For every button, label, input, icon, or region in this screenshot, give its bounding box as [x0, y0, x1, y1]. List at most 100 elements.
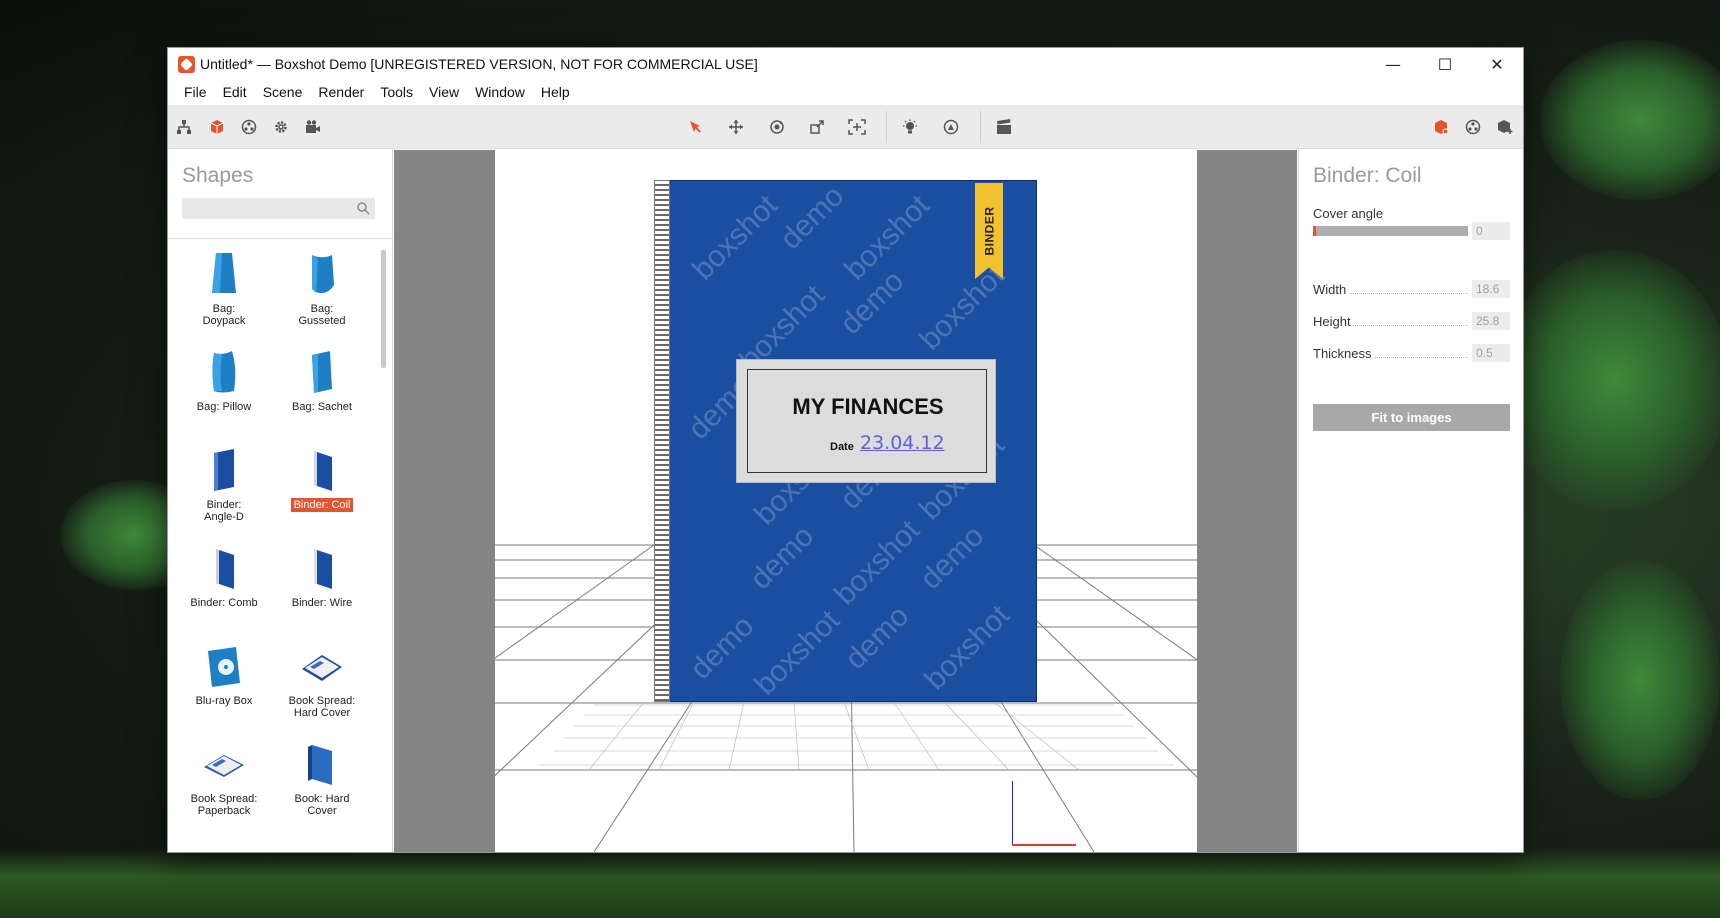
- shape-label: Bag:: [212, 303, 236, 315]
- shapes-button[interactable]: [203, 113, 231, 141]
- shape-item-binder-comb[interactable]: Binder: Comb: [174, 539, 274, 629]
- environment-button[interactable]: [937, 113, 965, 141]
- fit-view-button[interactable]: [843, 113, 871, 141]
- minimize-icon: —: [1385, 54, 1401, 74]
- move-tool-button[interactable]: [722, 113, 750, 141]
- select-icon: [690, 121, 701, 133]
- shape-label: Book Spread:: [190, 793, 258, 805]
- width-label: Width: [1313, 282, 1349, 297]
- shape-item-book-hard-cover[interactable]: Book: Hard Cover: [272, 735, 372, 825]
- ribbon-text: BINDER: [982, 206, 997, 256]
- scene-tree-button[interactable]: [170, 113, 198, 141]
- maximize-icon: ☐: [1437, 54, 1453, 74]
- menu-tools[interactable]: Tools: [372, 80, 421, 104]
- menu-window[interactable]: Window: [467, 80, 533, 104]
- rotate-icon: [770, 120, 784, 134]
- maximize-button[interactable]: ☐: [1419, 48, 1471, 80]
- background-moss: [0, 848, 1720, 918]
- materials-button[interactable]: [235, 113, 263, 141]
- shape-label: Book: Hard: [294, 793, 350, 805]
- shape-item-blu-ray-box[interactable]: Blu-ray Box: [174, 637, 274, 727]
- shapes-scrollbar[interactable]: [381, 250, 386, 368]
- watermark-text: demo: [743, 519, 821, 596]
- watermark-text: boxshot: [748, 603, 847, 702]
- shapes-panel: Shapes Bag: Doypack Bag: Gusseted Bag: Pil…: [168, 150, 393, 852]
- toolbar-separator: [886, 111, 887, 143]
- minimize-button[interactable]: —: [1367, 48, 1419, 80]
- bag-gusseted-thumbnail: [312, 255, 334, 294]
- environment-icon: [943, 119, 959, 135]
- cover-angle-label: Cover angle: [1313, 206, 1384, 221]
- fit-to-images-button[interactable]: Fit to images: [1313, 404, 1510, 431]
- watermark-text: boxshot: [686, 188, 785, 287]
- add-object-button[interactable]: [1491, 113, 1519, 141]
- viewport-crop-left: [394, 150, 495, 852]
- settings-icon: [275, 121, 287, 133]
- viewport-crop-right: [1197, 150, 1297, 852]
- watermark-text: demo: [913, 519, 991, 596]
- book-spread-hard-cover-thumbnail: [302, 655, 342, 681]
- binder-coil-thumbnail: [314, 451, 332, 491]
- background-leaf: [1560, 560, 1720, 800]
- shape-item-book-spread-paperback[interactable]: Book Spread: Paperback: [174, 735, 274, 825]
- cover-angle-slider[interactable]: [1313, 226, 1468, 236]
- scene-tree-icon: [177, 120, 191, 134]
- watermark-text: demo: [773, 179, 851, 256]
- light-button[interactable]: [896, 113, 924, 141]
- shape-label: Bag: Sachet: [292, 401, 352, 413]
- shape-item-binder-angle-d[interactable]: Binder: Angle-D: [174, 441, 274, 531]
- binder-angle-d-thumbnail: [214, 449, 234, 491]
- watermark-text: boxshot: [918, 598, 1017, 697]
- select-tool-button[interactable]: [681, 113, 709, 141]
- menu-scene[interactable]: Scene: [255, 80, 311, 104]
- shape-label: Paperback: [197, 805, 251, 817]
- render-button[interactable]: [990, 113, 1018, 141]
- panel-divider: [168, 238, 393, 239]
- material-properties-button[interactable]: [1459, 113, 1487, 141]
- binder-coil-model[interactable]: boxshot demo boxshot boxshot demo boxsho…: [654, 179, 1046, 702]
- search-icon[interactable]: [356, 201, 371, 216]
- background-leaf: [1500, 250, 1720, 510]
- 3d-viewport[interactable]: boxshot demo boxshot boxshot demo boxsho…: [394, 150, 1297, 852]
- height-value[interactable]: [1472, 312, 1510, 330]
- title-bar: Untitled* — Boxshot Demo [UNREGISTERED V…: [168, 48, 1523, 80]
- camera-button[interactable]: [299, 113, 327, 141]
- menu-file[interactable]: File: [176, 80, 215, 104]
- thickness-value[interactable]: [1472, 344, 1510, 362]
- menu-help[interactable]: Help: [533, 80, 578, 104]
- shape-label: Blu-ray Box: [195, 695, 253, 707]
- scale-tool-button[interactable]: [803, 113, 831, 141]
- shape-item-bag-gusseted[interactable]: Bag: Gusseted: [272, 245, 372, 335]
- blu-ray-box-thumbnail: [208, 647, 240, 687]
- binder-coil-spine: [654, 180, 670, 702]
- shapes-icon: [210, 120, 224, 134]
- gizmo-x-axis: [1012, 844, 1076, 846]
- shape-item-book-spread-hard-cover[interactable]: Book Spread: Hard Cover: [272, 637, 372, 727]
- fit-icon: [848, 119, 866, 135]
- object-properties-button[interactable]: [1427, 113, 1455, 141]
- shape-item-bag-sachet[interactable]: Bag: Sachet: [272, 343, 372, 433]
- gizmo-z-axis: [1012, 781, 1013, 845]
- material-ball-icon: [1465, 119, 1481, 135]
- cover-angle-value[interactable]: [1472, 222, 1510, 240]
- watermark-text: demo: [683, 609, 761, 686]
- close-button[interactable]: ✕: [1471, 48, 1523, 80]
- menu-edit[interactable]: Edit: [215, 80, 255, 104]
- cover-angle-slider-fill: [1313, 226, 1316, 236]
- shapes-search-input[interactable]: [182, 198, 375, 219]
- menu-render[interactable]: Render: [310, 80, 372, 104]
- menu-bar: File Edit Scene Render Tools View Window…: [168, 80, 1523, 104]
- shape-item-bag-doypack[interactable]: Bag: Doypack: [174, 245, 274, 335]
- toolbar: [168, 105, 1523, 149]
- rotate-tool-button[interactable]: [763, 113, 791, 141]
- menu-view[interactable]: View: [421, 80, 467, 104]
- shape-item-binder-coil[interactable]: Binder: Coil: [272, 441, 372, 531]
- background-leaf: [1540, 40, 1720, 200]
- width-value[interactable]: [1472, 280, 1510, 298]
- bag-pillow-thumbnail: [212, 351, 236, 393]
- shape-item-bag-pillow[interactable]: Bag: Pillow: [174, 343, 274, 433]
- binder-comb-thumbnail: [216, 549, 234, 589]
- settings-button[interactable]: [267, 113, 295, 141]
- watermark-text: boxshot: [828, 513, 927, 612]
- shape-item-binder-wire[interactable]: Binder: Wire: [272, 539, 372, 629]
